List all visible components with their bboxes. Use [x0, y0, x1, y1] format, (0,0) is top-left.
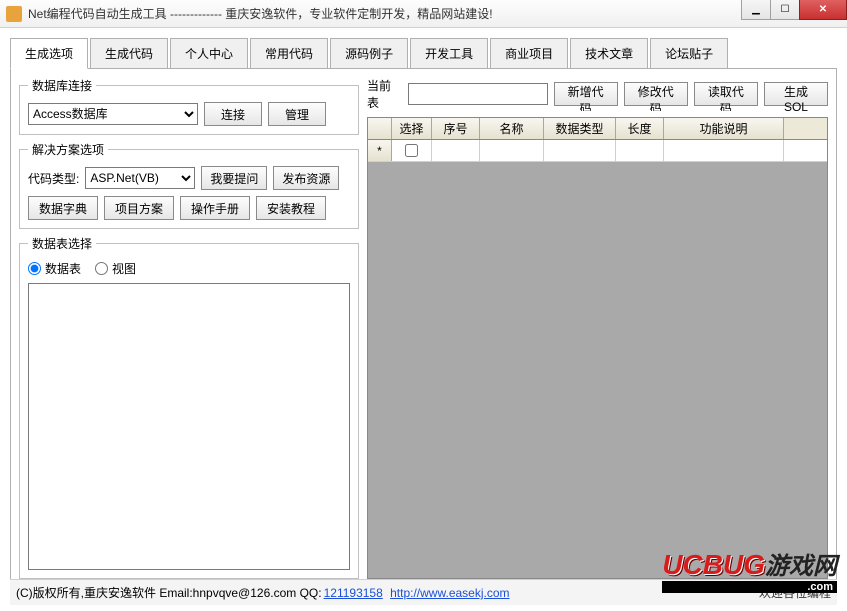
grid-cell-desc[interactable]	[664, 140, 784, 161]
legend-db-connection: 数据库连接	[28, 77, 96, 94]
grid-header-length[interactable]: 长度	[616, 118, 664, 139]
tab-panel: 数据库连接 Access数据库 连接 管理 解决方案选项 代码类型: ASP.N…	[10, 68, 837, 588]
connect-button[interactable]: 连接	[204, 102, 262, 126]
tab-tech-articles[interactable]: 技术文章	[570, 38, 648, 69]
tab-common-code[interactable]: 常用代码	[250, 38, 328, 69]
current-table-label: 当前表	[367, 77, 402, 111]
generate-sql-button[interactable]: 生成SQL	[764, 82, 828, 106]
copyright-text: (C)版权所有,重庆安逸软件 Email:	[16, 586, 193, 600]
tab-source-examples[interactable]: 源码例子	[330, 38, 408, 69]
radio-view-label[interactable]: 视图	[95, 260, 136, 277]
data-grid[interactable]: 选择 序号 名称 数据类型 长度 功能说明 *	[367, 117, 828, 579]
maximize-button[interactable]	[770, 0, 800, 20]
tab-strip: 生成选项 生成代码 个人中心 常用代码 源码例子 开发工具 商业项目 技术文章 …	[10, 38, 837, 69]
code-type-label: 代码类型:	[28, 170, 79, 187]
edit-code-button[interactable]: 修改代码	[624, 82, 688, 106]
code-type-combo[interactable]: ASP.Net(VB)	[85, 167, 195, 189]
tab-generate-code[interactable]: 生成代码	[90, 38, 168, 69]
legend-solution: 解决方案选项	[28, 141, 108, 158]
grid-header-rowselector[interactable]	[368, 118, 392, 139]
radio-view[interactable]	[95, 262, 108, 275]
grid-cell-select[interactable]	[392, 140, 432, 161]
right-column: 当前表 新增代码 修改代码 读取代码 生成SQL 选择 序号 名称 数据类型 长…	[367, 77, 828, 579]
window-title: Net编程代码自动生成工具 ------------- 重庆安逸软件，专业软件定…	[28, 5, 493, 22]
status-left: (C)版权所有,重庆安逸软件 Email:hnpvqve@126.com QQ:…	[16, 584, 512, 601]
tab-user-center[interactable]: 个人中心	[170, 38, 248, 69]
grid-header-desc[interactable]: 功能说明	[664, 118, 784, 139]
right-toolbar: 当前表 新增代码 修改代码 读取代码 生成SQL	[367, 77, 828, 111]
grid-header-seq[interactable]: 序号	[432, 118, 480, 139]
data-dict-button[interactable]: 数据字典	[28, 196, 98, 220]
minimize-button[interactable]	[741, 0, 771, 20]
radio-datatable-label[interactable]: 数据表	[28, 260, 81, 277]
grid-cell-seq[interactable]	[432, 140, 480, 161]
window-controls	[742, 0, 847, 20]
website-link[interactable]: http://www.easekj.com	[390, 586, 509, 600]
client-area: 生成选项 生成代码 个人中心 常用代码 源码例子 开发工具 商业项目 技术文章 …	[0, 28, 847, 588]
radio-view-text: 视图	[112, 260, 136, 277]
statusbar: (C)版权所有,重庆安逸软件 Email:hnpvqve@126.com QQ:…	[10, 579, 837, 605]
qq-label: QQ:	[296, 586, 321, 600]
tab-generate-options[interactable]: 生成选项	[10, 38, 88, 69]
current-table-input[interactable]	[408, 83, 548, 105]
tab-forum[interactable]: 论坛贴子	[650, 38, 728, 69]
radio-datatable-text: 数据表	[45, 260, 81, 277]
groupbox-db-connection: 数据库连接 Access数据库 连接 管理	[19, 77, 359, 135]
status-sep	[385, 586, 388, 600]
add-code-button[interactable]: 新增代码	[554, 82, 618, 106]
grid-header: 选择 序号 名称 数据类型 长度 功能说明	[368, 118, 827, 140]
titlebar: Net编程代码自动生成工具 ------------- 重庆安逸软件，专业软件定…	[0, 0, 847, 28]
tab-business[interactable]: 商业项目	[490, 38, 568, 69]
table-listbox[interactable]	[28, 283, 350, 570]
groupbox-solution: 解决方案选项 代码类型: ASP.Net(VB) 我要提问 发布资源 数据字典 …	[19, 141, 359, 229]
install-tutorial-button[interactable]: 安装教程	[256, 196, 326, 220]
grid-header-select[interactable]: 选择	[392, 118, 432, 139]
left-column: 数据库连接 Access数据库 连接 管理 解决方案选项 代码类型: ASP.N…	[19, 77, 359, 579]
grid-header-datatype[interactable]: 数据类型	[544, 118, 616, 139]
grid-cell-length[interactable]	[616, 140, 664, 161]
grid-header-name[interactable]: 名称	[480, 118, 544, 139]
email-text: hnpvqve@126.com	[193, 586, 297, 600]
tab-dev-tools[interactable]: 开发工具	[410, 38, 488, 69]
grid-newrow-marker: *	[368, 140, 392, 161]
app-icon	[6, 6, 22, 22]
groupbox-table-select: 数据表选择 数据表 视图	[19, 235, 359, 579]
status-right: 欢迎各位编程	[759, 584, 831, 601]
manual-button[interactable]: 操作手册	[180, 196, 250, 220]
legend-table-select: 数据表选择	[28, 235, 96, 252]
read-code-button[interactable]: 读取代码	[694, 82, 758, 106]
close-button[interactable]	[799, 0, 847, 20]
project-plan-button[interactable]: 项目方案	[104, 196, 174, 220]
grid-cell-name[interactable]	[480, 140, 544, 161]
grid-cell-datatype[interactable]	[544, 140, 616, 161]
manage-button[interactable]: 管理	[268, 102, 326, 126]
ask-button[interactable]: 我要提问	[201, 166, 267, 190]
qq-link[interactable]: 121193158	[324, 586, 383, 600]
radio-datatable[interactable]	[28, 262, 41, 275]
grid-row-checkbox[interactable]	[405, 144, 418, 157]
db-type-combo[interactable]: Access数据库	[28, 103, 198, 125]
publish-button[interactable]: 发布资源	[273, 166, 339, 190]
grid-new-row[interactable]: *	[368, 140, 827, 162]
